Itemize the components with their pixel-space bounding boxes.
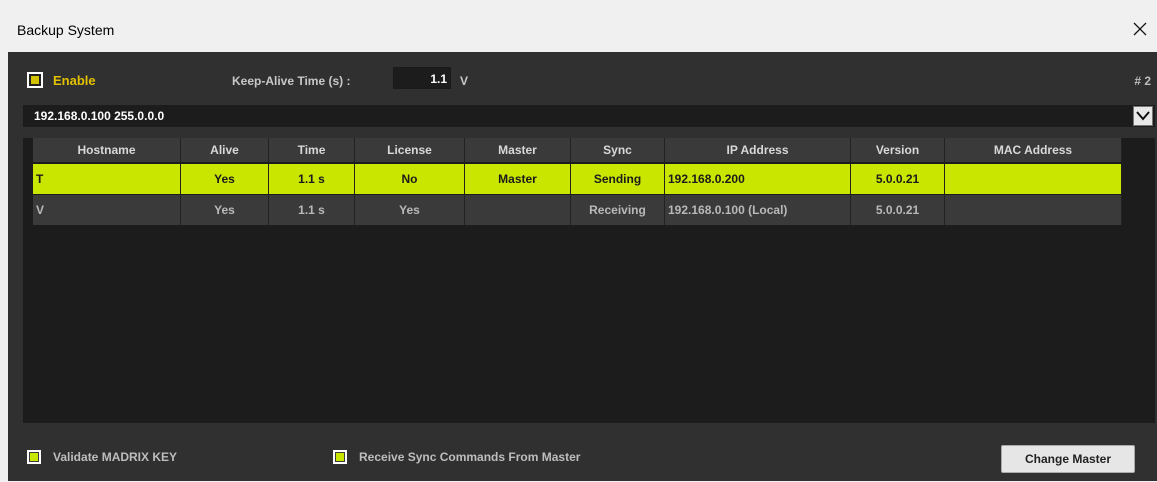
column-header-hostname[interactable]: Hostname — [33, 138, 181, 162]
cell-mac-address[interactable] — [945, 164, 1122, 194]
backup-table: Hostname Alive Time License Master Sync … — [23, 138, 1155, 423]
cell-mac-address[interactable] — [945, 195, 1122, 225]
cell-sync[interactable]: Receiving — [571, 195, 665, 225]
options-row: Enable Keep-Alive Time (s) : 1.1 V # 2 — [8, 52, 1157, 97]
receive-sync-label: Receive Sync Commands From Master — [359, 450, 581, 464]
keepalive-label: Keep-Alive Time (s) : — [232, 74, 351, 88]
keepalive-unit: V — [460, 74, 469, 88]
cell-ip-address[interactable]: 192.168.0.100 (Local) — [665, 195, 851, 225]
enable-checkbox[interactable]: Enable — [27, 72, 96, 88]
dialog-body: Enable Keep-Alive Time (s) : 1.1 V # 2 1… — [8, 52, 1157, 481]
cell-hostname[interactable]: V — [33, 195, 181, 225]
change-master-button[interactable]: Change Master — [1001, 445, 1135, 473]
title-bar: Backup System — [8, 6, 1157, 52]
cell-alive[interactable]: Yes — [181, 195, 269, 225]
validate-key-label: Validate MADRIX KEY — [53, 450, 178, 464]
column-header-version[interactable]: Version — [851, 138, 945, 162]
cell-master[interactable]: Master — [465, 164, 571, 194]
cell-hostname[interactable]: T — [33, 164, 181, 194]
enable-label: Enable — [53, 72, 96, 88]
column-header-ip-address[interactable]: IP Address — [665, 138, 851, 162]
column-header-license[interactable]: License — [355, 138, 465, 162]
column-header-sync[interactable]: Sync — [571, 138, 665, 162]
cell-sync[interactable]: Sending — [571, 164, 665, 194]
column-header-alive[interactable]: Alive — [181, 138, 269, 162]
cell-license[interactable]: No — [355, 164, 465, 194]
window-title: Backup System — [17, 22, 115, 38]
column-header-master[interactable]: Master — [465, 138, 571, 162]
network-interface-select[interactable]: 192.168.0.100 255.0.0.0 — [23, 105, 1155, 127]
network-interface-value: 192.168.0.100 255.0.0.0 — [34, 109, 165, 123]
backup-system-window: Backup System Enable Keep-Alive Time (s)… — [8, 6, 1157, 481]
validate-key-checkbox-box[interactable] — [27, 450, 41, 464]
column-header-time[interactable]: Time — [269, 138, 355, 162]
receive-sync-checkbox[interactable]: Receive Sync Commands From Master — [333, 450, 580, 464]
validate-key-checkbox[interactable]: Validate MADRIX KEY — [27, 450, 177, 464]
cell-time[interactable]: 1.1 s — [269, 164, 355, 194]
column-header-mac-address[interactable]: MAC Address — [945, 138, 1122, 162]
chevron-down-icon[interactable] — [1133, 106, 1153, 126]
enable-checkbox-box[interactable] — [27, 72, 43, 88]
cell-time[interactable]: 1.1 s — [269, 195, 355, 225]
cell-license[interactable]: Yes — [355, 195, 465, 225]
cell-alive[interactable]: Yes — [181, 164, 269, 194]
cell-master[interactable] — [465, 195, 571, 225]
cell-version[interactable]: 5.0.0.21 — [851, 195, 945, 225]
footer-bar: Validate MADRIX KEY Receive Sync Command… — [8, 442, 1157, 482]
page-number: # 2 — [1134, 74, 1151, 88]
cell-version[interactable]: 5.0.0.21 — [851, 164, 945, 194]
receive-sync-checkbox-box[interactable] — [333, 450, 347, 464]
keepalive-input[interactable]: 1.1 — [393, 67, 451, 89]
cell-ip-address[interactable]: 192.168.0.200 — [665, 164, 851, 194]
close-icon[interactable] — [1127, 14, 1153, 44]
